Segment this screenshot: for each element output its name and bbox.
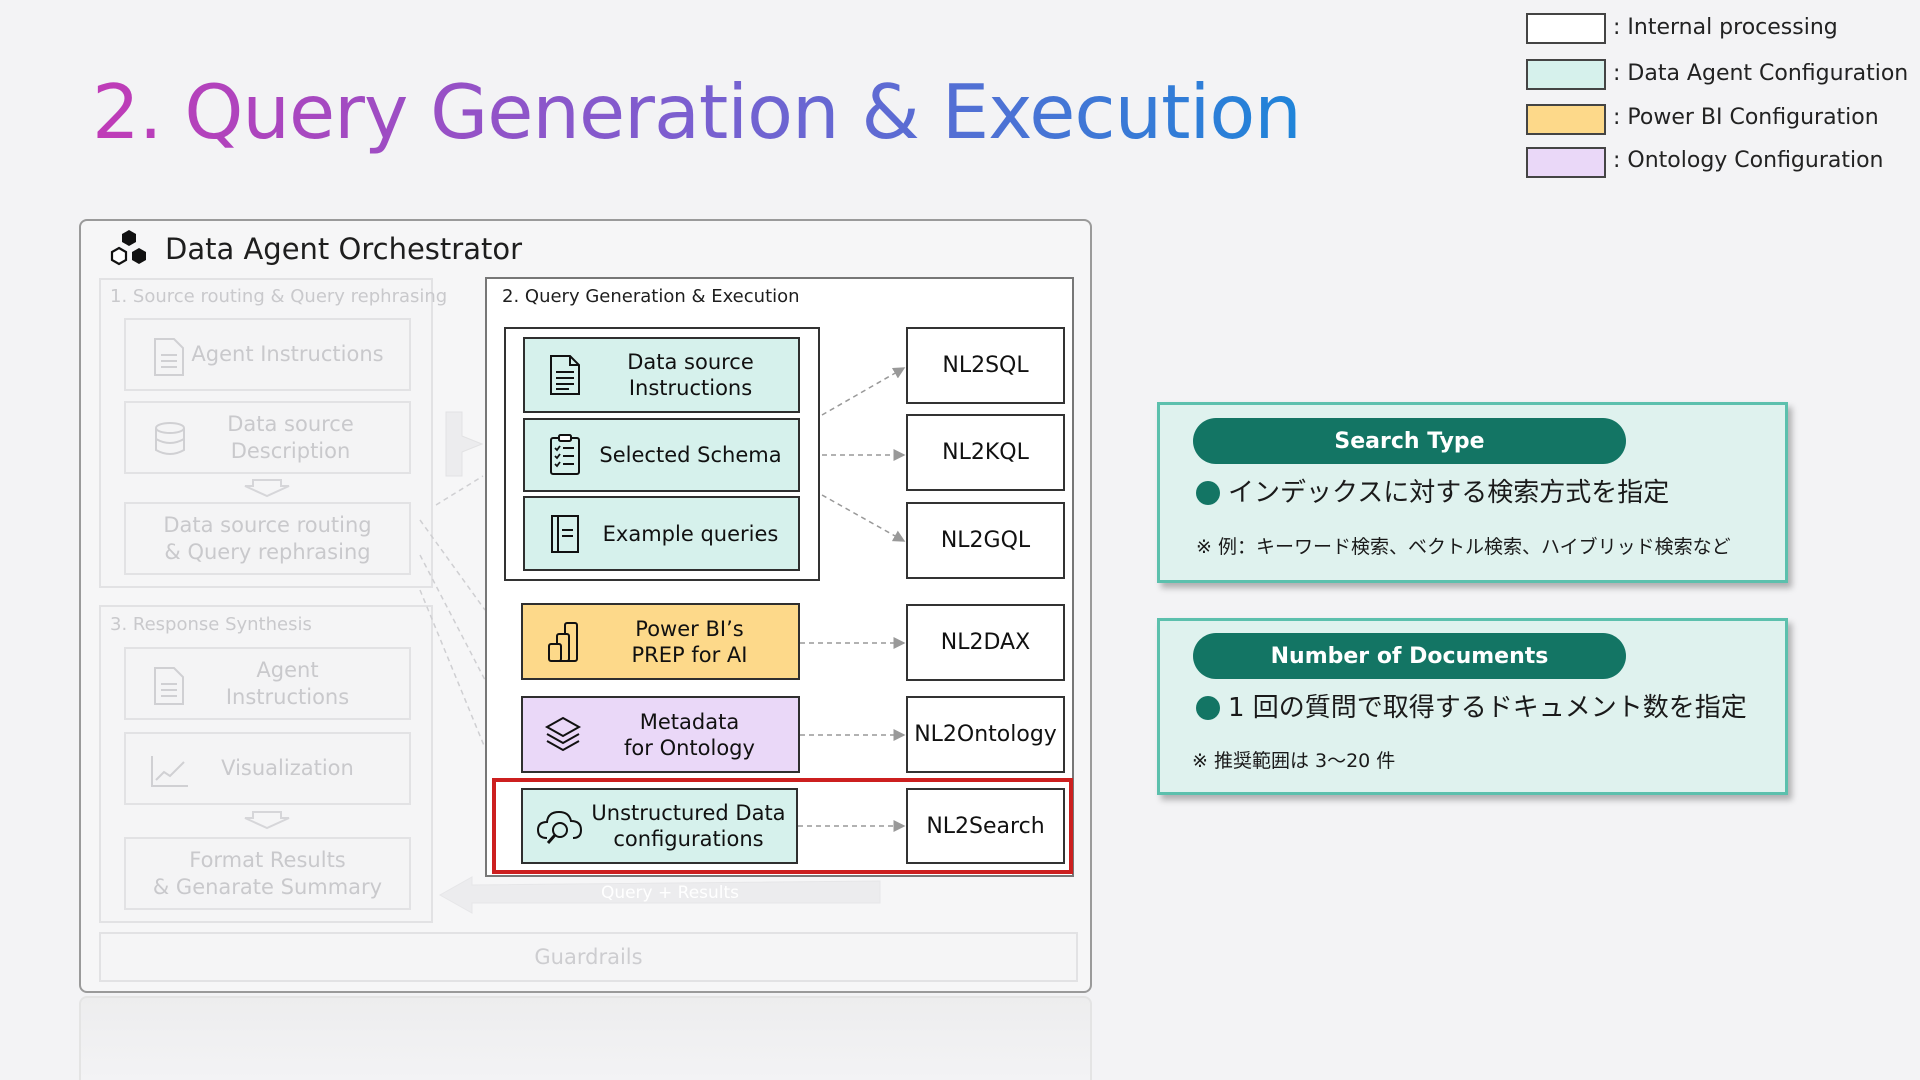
guardrails-bar: Guardrails <box>99 932 1078 982</box>
legend-swatch-ontology <box>1526 147 1606 178</box>
legend-label-ontology: : Ontology Configuration <box>1613 148 1884 173</box>
search-type-note: ※ 例：キーワード検索、ベクトル検索、ハイブリッド検索など <box>1196 536 1731 558</box>
legend-swatch-internal <box>1526 13 1606 44</box>
engine-nl2dax[interactable]: NL2DAX <box>906 604 1065 681</box>
bullet-icon <box>1196 481 1220 505</box>
engine-nl2gql[interactable]: NL2GQL <box>906 502 1065 579</box>
engine-nl2sql[interactable]: NL2SQL <box>906 327 1065 404</box>
engine-nl2kql[interactable]: NL2KQL <box>906 414 1065 491</box>
legend-label-power-bi: : Power BI Configuration <box>1613 105 1879 130</box>
legend-label-internal: : Internal processing <box>1613 15 1838 40</box>
engine-nl2ontology[interactable]: NL2Ontology <box>906 696 1065 773</box>
highlight-frame <box>492 778 1073 874</box>
legend-swatch-data-agent <box>1526 59 1606 90</box>
bullet-icon <box>1196 696 1220 720</box>
orchestrator-reflection <box>79 996 1092 1080</box>
legend-label-data-agent: : Data Agent Configuration <box>1613 61 1909 86</box>
search-type-description: インデックスに対する検索方式を指定 <box>1228 478 1670 508</box>
document-count-pill: Number of Documents <box>1193 633 1626 679</box>
search-type-pill: Search Type <box>1193 418 1626 464</box>
document-count-note: ※ 推奨範囲は 3〜20 件 <box>1192 750 1396 772</box>
legend-swatch-power-bi <box>1526 104 1606 135</box>
document-count-description: 1 回の質問で取得するドキュメント数を指定 <box>1228 693 1747 723</box>
